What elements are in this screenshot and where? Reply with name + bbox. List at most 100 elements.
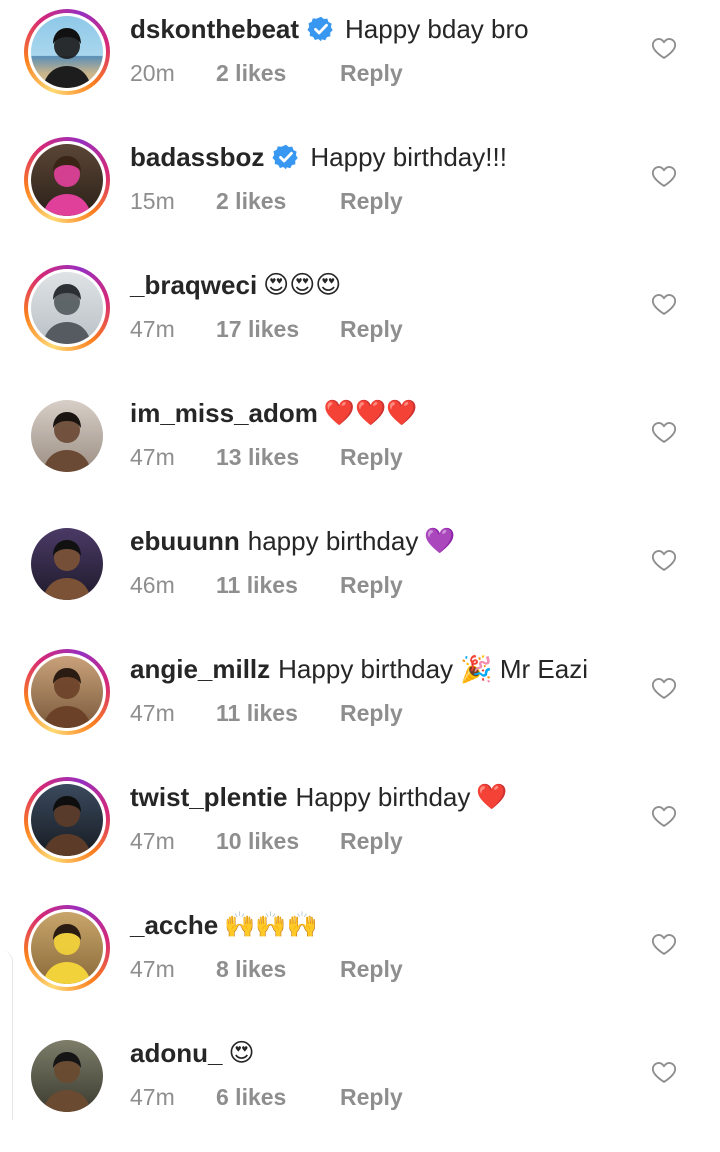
reply-button[interactable]: Reply	[340, 58, 403, 88]
reply-button[interactable]: Reply	[340, 314, 403, 344]
likes-count-button[interactable]: 2 likes	[216, 186, 340, 216]
comment-text: angie_millz Happy birthday 🎉 Mr Eazi	[130, 652, 630, 686]
comment-emoji: 🙌🙌🙌	[224, 911, 318, 939]
likes-count-button[interactable]: 17 likes	[216, 314, 340, 344]
heart-outline-icon[interactable]	[650, 290, 678, 318]
comment-text: ebuuunn happy birthday 💜	[130, 524, 630, 558]
comment-emoji: ❤️❤️❤️	[323, 399, 418, 427]
verified-badge-icon	[272, 143, 300, 171]
username-link[interactable]: im_miss_adom	[130, 396, 318, 430]
comment-emoji: 😍😍😍	[263, 271, 342, 299]
likes-count-button[interactable]: 10 likes	[216, 826, 340, 856]
avatar-button[interactable]	[24, 265, 110, 351]
comment-time: 47m	[130, 444, 175, 470]
avatar	[31, 16, 103, 88]
comment-message: Happy birthday 🎉 Mr Eazi	[278, 654, 588, 684]
avatar-button[interactable]	[24, 9, 110, 95]
avatar-button[interactable]	[24, 905, 110, 991]
username-link[interactable]: angie_millz	[130, 652, 270, 686]
comment-meta: 47m 8 likes Reply	[130, 954, 403, 984]
comment-text: dskonthebeat Happy bday bro	[130, 12, 630, 46]
comment-item: ebuuunn happy birthday 💜 46m 11 likes Re…	[0, 512, 720, 640]
avatar	[31, 272, 103, 344]
avatar-button[interactable]	[24, 1033, 110, 1119]
likes-count-button[interactable]: 6 likes	[216, 1082, 340, 1112]
username-link[interactable]: _acche	[130, 908, 218, 942]
comment-item: angie_millz Happy birthday 🎉 Mr Eazi 47m…	[0, 640, 720, 768]
username-link[interactable]: _braqweci	[130, 268, 257, 302]
avatar	[31, 912, 103, 984]
comment-time: 47m	[130, 956, 175, 982]
avatar-button[interactable]	[24, 777, 110, 863]
comment-meta: 47m 13 likes Reply	[130, 442, 403, 472]
avatar	[31, 784, 103, 856]
comment-meta: 47m 11 likes Reply	[130, 698, 403, 728]
heart-outline-icon[interactable]	[650, 162, 678, 190]
comment-text: badassboz Happy birthday!!!	[130, 140, 630, 174]
comment-meta: 47m 6 likes Reply	[130, 1082, 403, 1112]
avatar-button[interactable]	[24, 521, 110, 607]
comment-text: _braqweci 😍😍😍	[130, 268, 630, 302]
likes-count-button[interactable]: 11 likes	[216, 570, 340, 600]
comment-time: 46m	[130, 572, 175, 598]
username-link[interactable]: dskonthebeat	[130, 12, 299, 46]
comment-message: happy birthday	[247, 526, 419, 556]
username-link[interactable]: badassboz	[130, 140, 264, 174]
avatar	[31, 1040, 103, 1112]
avatar	[31, 528, 103, 600]
heart-outline-icon[interactable]	[650, 546, 678, 574]
comment-time: 47m	[130, 316, 175, 342]
comment-meta: 20m 2 likes Reply	[130, 58, 403, 88]
comment-emoji: 💜	[424, 527, 456, 555]
comment-meta: 15m 2 likes Reply	[130, 186, 403, 216]
likes-count-button[interactable]: 13 likes	[216, 442, 340, 472]
comment-text: _acche 🙌🙌🙌	[130, 908, 630, 942]
comment-item: _braqweci 😍😍😍 47m 17 likes Reply	[0, 256, 720, 384]
username-link[interactable]: adonu_	[130, 1036, 222, 1070]
comment-item: dskonthebeat Happy bday bro 20m 2 likes …	[0, 0, 720, 128]
comment-meta: 47m 17 likes Reply	[130, 314, 403, 344]
comment-item: twist_plentie Happy birthday ❤️ 47m 10 l…	[0, 768, 720, 896]
comment-message: Happy bday bro	[345, 14, 529, 44]
verified-badge-icon	[307, 15, 335, 43]
reply-button[interactable]: Reply	[340, 954, 403, 984]
likes-count-button[interactable]: 11 likes	[216, 698, 340, 728]
avatar	[31, 400, 103, 472]
comment-meta: 47m 10 likes Reply	[130, 826, 403, 856]
comment-time: 20m	[130, 60, 175, 86]
comment-time: 47m	[130, 1084, 175, 1110]
comment-text: im_miss_adom ❤️❤️❤️	[130, 396, 630, 430]
username-link[interactable]: ebuuunn	[130, 524, 240, 558]
heart-outline-icon[interactable]	[650, 674, 678, 702]
avatar-button[interactable]	[24, 137, 110, 223]
username-link[interactable]: twist_plentie	[130, 780, 287, 814]
comment-text: adonu_ 😍	[130, 1036, 630, 1070]
comment-emoji: ❤️	[476, 783, 508, 811]
comment-time: 15m	[130, 188, 175, 214]
likes-count-button[interactable]: 8 likes	[216, 954, 340, 984]
comment-time: 47m	[130, 700, 175, 726]
heart-outline-icon[interactable]	[650, 1058, 678, 1086]
comment-message: Happy birthday	[295, 782, 471, 812]
avatar-button[interactable]	[24, 393, 110, 479]
reply-button[interactable]: Reply	[340, 442, 403, 472]
reply-button[interactable]: Reply	[340, 1082, 403, 1112]
heart-outline-icon[interactable]	[650, 802, 678, 830]
reply-button[interactable]: Reply	[340, 570, 403, 600]
reply-button[interactable]: Reply	[340, 826, 403, 856]
comment-meta: 46m 11 likes Reply	[130, 570, 403, 600]
avatar	[31, 144, 103, 216]
heart-outline-icon[interactable]	[650, 930, 678, 958]
comment-text: twist_plentie Happy birthday ❤️	[130, 780, 630, 814]
reply-button[interactable]: Reply	[340, 698, 403, 728]
avatar	[31, 656, 103, 728]
comment-time: 47m	[130, 828, 175, 854]
likes-count-button[interactable]: 2 likes	[216, 58, 340, 88]
heart-outline-icon[interactable]	[650, 418, 678, 446]
avatar-button[interactable]	[24, 649, 110, 735]
comment-item: _acche 🙌🙌🙌 47m 8 likes Reply	[0, 896, 720, 1024]
reply-button[interactable]: Reply	[340, 186, 403, 216]
comment-item: adonu_ 😍 47m 6 likes Reply	[0, 1024, 720, 1152]
comment-message: Happy birthday!!!	[310, 142, 507, 172]
heart-outline-icon[interactable]	[650, 34, 678, 62]
